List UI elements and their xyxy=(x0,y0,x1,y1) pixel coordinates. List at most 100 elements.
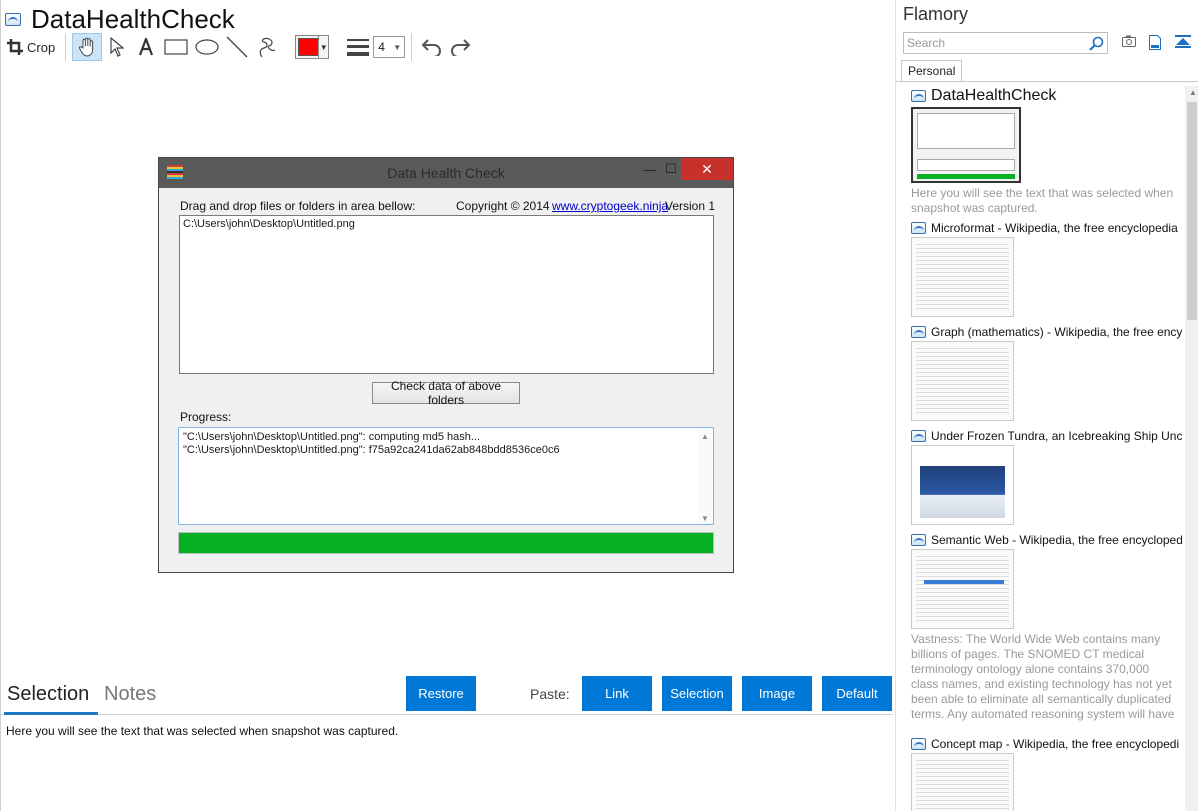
snapshot-description: Here you will see the text that was sele… xyxy=(911,186,1174,215)
log-scrollbar[interactable]: ▲ ▼ xyxy=(698,428,713,524)
thumbnail-text xyxy=(916,556,1009,624)
snapshot-title: Under Frozen Tundra, an Icebreaking Ship… xyxy=(931,429,1182,443)
snapshot-item[interactable]: Under Frozen Tundra, an Icebreaking Ship… xyxy=(911,429,1182,525)
select-tool-button[interactable] xyxy=(102,33,132,61)
tab-divider xyxy=(896,81,1198,82)
snapshot-viewer: DataHealthCheck Crop ▼ 4 ▼ Data Health C… xyxy=(1,0,895,811)
snapshot-header: Semantic Web - Wikipedia, the free encyc… xyxy=(911,533,1182,547)
progress-bar-fill xyxy=(179,533,713,553)
snapshot-item[interactable]: Semantic Web - Wikipedia, the free encyc… xyxy=(911,533,1182,724)
drop-area-label: Drag and drop files or folders in area b… xyxy=(180,199,416,213)
tab-personal[interactable]: Personal xyxy=(901,60,963,82)
search-icon[interactable] xyxy=(1089,36,1104,51)
snapshot-thumbnail[interactable] xyxy=(911,107,1021,183)
active-tab-indicator xyxy=(4,712,98,715)
snapshot-title: Concept map - Wikipedia, the free encycl… xyxy=(931,737,1180,751)
snapshot-thumbnail[interactable] xyxy=(911,445,1014,525)
snapshot-item[interactable]: DataHealthCheck Here you will see the te… xyxy=(911,87,1182,216)
check-data-button[interactable]: Check data of above folders xyxy=(372,379,520,407)
title-row: DataHealthCheck xyxy=(5,4,235,34)
app-logo-icon xyxy=(167,165,183,179)
paste-default-button[interactable]: Default xyxy=(822,676,892,711)
snapshot-thumbnail[interactable] xyxy=(911,549,1014,629)
crop-button[interactable]: Crop xyxy=(7,33,59,61)
collapse-icon[interactable] xyxy=(1175,35,1191,49)
page-title: DataHealthCheck xyxy=(31,3,235,34)
snapshot-scrollbar[interactable]: ▲ xyxy=(1185,86,1198,811)
chevron-down-icon: ▼ xyxy=(701,514,709,523)
snapshot-item[interactable]: Concept map - Wikipedia, the free encycl… xyxy=(911,737,1182,811)
search-input[interactable] xyxy=(904,33,1084,53)
document-icon[interactable] xyxy=(1149,35,1161,50)
thumbnail-text xyxy=(916,760,1009,811)
chevron-down-icon: ▼ xyxy=(393,42,402,52)
snapshot-thumbnail[interactable] xyxy=(911,341,1014,421)
scrollbar-thumb[interactable] xyxy=(1187,102,1197,320)
snapshot-thumbnail[interactable] xyxy=(911,753,1014,811)
hand-tool-button[interactable] xyxy=(72,33,103,61)
line-width-button[interactable] xyxy=(343,33,373,61)
app-icon xyxy=(911,222,926,234)
drop-area[interactable]: C:\Users\john\Desktop\Untitled.png xyxy=(179,215,714,374)
snapshot-header: Under Frozen Tundra, an Icebreaking Ship… xyxy=(911,429,1182,443)
paste-link-button[interactable]: Link xyxy=(582,676,652,711)
tab-selection[interactable]: Selection xyxy=(7,683,89,706)
log-line: "C:\Users\john\Desktop\Untitled.png": co… xyxy=(183,431,481,443)
line-width-value: 4 xyxy=(378,40,385,54)
drawing-toolbar: Crop ▼ 4 ▼ xyxy=(7,32,474,62)
snapshot-list: DataHealthCheck Here you will see the te… xyxy=(896,86,1182,811)
redo-icon xyxy=(451,39,471,56)
version-text: Version 1 xyxy=(665,199,716,213)
thumbnail-area xyxy=(917,113,1015,149)
snapshot-title: Graph (mathematics) - Wikipedia, the fre… xyxy=(931,325,1182,339)
restore-button[interactable]: Restore xyxy=(406,676,476,711)
freehand-tool-button[interactable] xyxy=(252,33,282,61)
rectangle-icon xyxy=(164,39,188,55)
line-width-select[interactable]: 4 ▼ xyxy=(373,36,406,58)
close-button[interactable]: ✕ xyxy=(681,158,733,180)
color-swatch xyxy=(298,38,319,56)
paste-image-button[interactable]: Image xyxy=(742,676,812,711)
color-picker[interactable]: ▼ xyxy=(295,35,330,59)
ellipse-icon xyxy=(195,39,219,55)
selection-text: Here you will see the text that was sele… xyxy=(6,724,399,738)
crop-icon xyxy=(7,39,23,55)
flamory-window: DataHealthCheck Crop ▼ 4 ▼ Data Health C… xyxy=(0,0,1198,811)
app-icon xyxy=(911,326,926,338)
snapshot-item[interactable]: Microformat - Wikipedia, the free encycl… xyxy=(911,221,1182,317)
paste-selection-button[interactable]: Selection xyxy=(662,676,732,711)
line-width-icon xyxy=(347,39,370,56)
thumbnail-text xyxy=(916,244,1009,312)
ellipse-tool-button[interactable] xyxy=(192,33,222,61)
progress-log[interactable]: "C:\Users\john\Desktop\Untitled.png": co… xyxy=(178,427,714,525)
snapshot-header: Graph (mathematics) - Wikipedia, the fre… xyxy=(911,325,1182,339)
search-box xyxy=(903,32,1108,54)
app-icon xyxy=(5,12,21,26)
app-icon xyxy=(911,430,926,442)
camera-icon[interactable] xyxy=(1122,35,1136,47)
rectangle-tool-button[interactable] xyxy=(160,33,192,61)
copyright-text: Copyright © 2014 xyxy=(456,199,550,213)
website-link[interactable]: www.cryptogeek.ninja xyxy=(552,199,668,213)
line-icon xyxy=(226,36,248,58)
thumbnail-area xyxy=(917,159,1015,171)
freehand-icon xyxy=(259,37,276,58)
snapshot-header: Microformat - Wikipedia, the free encycl… xyxy=(911,221,1182,235)
thumbnail-bar xyxy=(917,174,1015,179)
line-tool-button[interactable] xyxy=(222,33,252,61)
chevron-up-icon: ▲ xyxy=(1189,88,1197,97)
snapshot-header: Concept map - Wikipedia, the free encycl… xyxy=(911,737,1182,751)
brand-title: Flamory xyxy=(903,4,969,24)
flamory-sidebar: Flamory Personal DataHealthCheck xyxy=(895,0,1198,811)
snapshot-title: Semantic Web - Wikipedia, the free encyc… xyxy=(931,533,1182,547)
thumbnail-highlight xyxy=(924,580,1004,584)
snapshot-item[interactable]: Graph (mathematics) - Wikipedia, the fre… xyxy=(911,325,1182,421)
snapshot-title: DataHealthCheck xyxy=(931,87,1057,104)
tab-notes[interactable]: Notes xyxy=(104,683,156,706)
crop-label: Crop xyxy=(27,39,56,55)
undo-button[interactable] xyxy=(418,33,446,61)
redo-button[interactable] xyxy=(446,33,474,61)
snapshot-thumbnail[interactable] xyxy=(911,237,1014,317)
text-tool-button[interactable] xyxy=(132,33,160,61)
